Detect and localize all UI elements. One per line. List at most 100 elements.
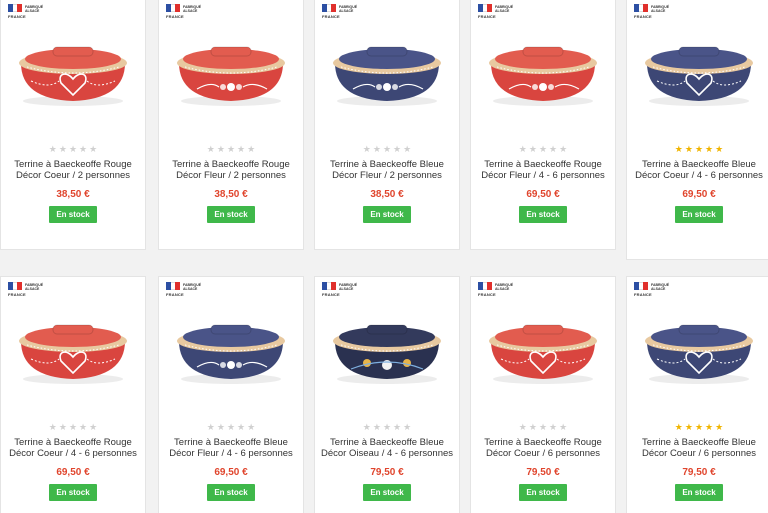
flag-country-label: FRANCE — [8, 14, 26, 19]
origin-badge: FABRIQUÉ ALSACE FRANCE — [166, 282, 202, 302]
origin-badge: FABRIQUÉ ALSACE FRANCE — [478, 282, 514, 302]
rating-stars: ★ ★ ★ ★ ★ — [363, 423, 411, 432]
origin-label: FABRIQUÉ ALSACE — [339, 5, 358, 13]
french-flag-icon — [634, 4, 649, 12]
french-flag-icon — [166, 282, 181, 290]
star-icon: ★ — [372, 422, 381, 432]
in-stock-button[interactable]: En stock — [675, 484, 723, 501]
star-icon: ★ — [538, 144, 548, 154]
product-price: 38,50 € — [214, 189, 248, 200]
star-icon: ★ — [372, 144, 381, 154]
product-card[interactable]: FABRIQUÉ ALSACE FRANCE ★ ★ ★ ★ ★ Terrine à Baec… — [470, 276, 616, 513]
star-icon: ★ — [79, 144, 88, 154]
product-image[interactable] — [635, 307, 763, 387]
star-icon: ★ — [216, 422, 225, 432]
flag-country-label: FRANCE — [166, 14, 184, 19]
star-icon: ★ — [58, 144, 67, 154]
product-title[interactable]: Terrine à Baeckeoffe Bleue Décor Coeur /… — [633, 159, 765, 181]
flag-country-label: FRANCE — [166, 292, 184, 297]
product-card[interactable]: FABRIQUÉ ALSACE FRANCE ★ ★ ★ ★ ★ Terrine à Baec… — [314, 0, 460, 250]
product-image[interactable] — [9, 29, 137, 109]
star-icon: ★ — [362, 144, 371, 154]
product-title[interactable]: Terrine à Baeckeoffe Bleue Décor Fleur /… — [165, 437, 297, 459]
product-card[interactable]: FABRIQUÉ ALSACE FRANCE ★ ★ ★ ★ ★ Terrine à Baec… — [158, 276, 304, 513]
star-icon: ★ — [684, 144, 693, 154]
star-icon: ★ — [68, 422, 78, 432]
flag-country-label: FRANCE — [634, 292, 652, 297]
product-title[interactable]: Terrine à Baeckeoffe Rouge Décor Coeur /… — [477, 437, 609, 459]
star-icon: ★ — [549, 422, 558, 432]
rating-stars: ★ ★ ★ ★ ★ — [675, 423, 723, 432]
product-price: 38,50 € — [370, 189, 404, 200]
star-icon: ★ — [528, 144, 537, 154]
in-stock-button[interactable]: En stock — [49, 206, 97, 223]
star-icon: ★ — [403, 422, 412, 432]
flag-country-label: FRANCE — [322, 14, 340, 19]
product-price: 69,50 € — [56, 467, 90, 478]
star-icon: ★ — [48, 144, 57, 154]
star-icon: ★ — [684, 422, 693, 432]
star-icon: ★ — [206, 422, 215, 432]
star-icon: ★ — [674, 144, 683, 154]
product-image[interactable] — [9, 307, 137, 387]
flag-country-label: FRANCE — [478, 292, 496, 297]
star-icon: ★ — [247, 144, 256, 154]
star-icon: ★ — [528, 422, 537, 432]
product-image[interactable] — [479, 307, 607, 387]
in-stock-button[interactable]: En stock — [675, 206, 723, 223]
rating-stars: ★ ★ ★ ★ ★ — [363, 145, 411, 154]
french-flag-icon — [166, 4, 181, 12]
in-stock-button[interactable]: En stock — [363, 206, 411, 223]
star-icon: ★ — [393, 422, 402, 432]
product-title[interactable]: Terrine à Baeckeoffe Rouge Décor Fleur /… — [477, 159, 609, 181]
product-image[interactable] — [635, 29, 763, 109]
star-icon: ★ — [382, 144, 392, 154]
origin-badge: FABRIQUÉ ALSACE FRANCE — [166, 4, 202, 24]
product-image[interactable] — [167, 29, 295, 109]
product-title[interactable]: Terrine à Baeckeoffe Rouge Décor Coeur /… — [7, 159, 139, 181]
product-card[interactable]: FABRIQUÉ ALSACE FRANCE ★ ★ ★ ★ ★ Terrine à Baec… — [314, 276, 460, 513]
product-card[interactable]: FABRIQUÉ ALSACE FRANCE ★ ★ ★ ★ ★ Terrine à Baec… — [0, 276, 146, 513]
star-icon: ★ — [58, 422, 67, 432]
rating-stars: ★ ★ ★ ★ ★ — [519, 145, 567, 154]
star-icon: ★ — [216, 144, 225, 154]
in-stock-button[interactable]: En stock — [207, 206, 255, 223]
in-stock-button[interactable]: En stock — [363, 484, 411, 501]
product-price: 79,50 € — [370, 467, 404, 478]
in-stock-button[interactable]: En stock — [207, 484, 255, 501]
star-icon: ★ — [518, 422, 527, 432]
product-image[interactable] — [323, 29, 451, 109]
in-stock-button[interactable]: En stock — [49, 484, 97, 501]
star-icon: ★ — [237, 144, 246, 154]
product-image[interactable] — [167, 307, 295, 387]
star-icon: ★ — [518, 144, 527, 154]
star-icon: ★ — [79, 422, 88, 432]
product-card[interactable]: FABRIQUÉ ALSACE FRANCE ★ ★ ★ ★ ★ Terrine à Baec… — [158, 0, 304, 250]
product-card[interactable]: FABRIQUÉ ALSACE FRANCE ★ ★ ★ ★ ★ Terrine à Baec… — [626, 276, 768, 513]
product-title[interactable]: Terrine à Baeckeoffe Rouge Décor Fleur /… — [165, 159, 297, 181]
origin-badge: FABRIQUÉ ALSACE FRANCE — [8, 282, 44, 302]
product-card[interactable]: FABRIQUÉ ALSACE FRANCE ★ ★ ★ ★ ★ Terrine à Baec… — [470, 0, 616, 250]
french-flag-icon — [8, 282, 23, 290]
origin-badge: FABRIQUÉ ALSACE FRANCE — [478, 4, 514, 24]
product-title[interactable]: Terrine à Baeckeoffe Rouge Décor Coeur /… — [7, 437, 139, 459]
star-icon: ★ — [715, 422, 724, 432]
star-icon: ★ — [715, 144, 724, 154]
star-icon: ★ — [89, 144, 98, 154]
product-image[interactable] — [323, 307, 451, 387]
french-flag-icon — [322, 282, 337, 290]
product-title[interactable]: Terrine à Baeckeoffe Bleue Décor Coeur /… — [633, 437, 765, 459]
product-card[interactable]: FABRIQUÉ ALSACE FRANCE ★ ★ ★ ★ ★ Terrine à Baec… — [626, 0, 768, 260]
star-icon: ★ — [89, 422, 98, 432]
star-icon: ★ — [705, 422, 714, 432]
product-title[interactable]: Terrine à Baeckeoffe Bleue Décor Fleur /… — [321, 159, 453, 181]
product-title[interactable]: Terrine à Baeckeoffe Bleue Décor Oiseau … — [321, 437, 453, 459]
star-icon: ★ — [694, 144, 704, 154]
in-stock-button[interactable]: En stock — [519, 484, 567, 501]
product-card[interactable]: FABRIQUÉ ALSACE FRANCE ★ ★ ★ ★ ★ Terrine à Baec… — [0, 0, 146, 250]
product-image[interactable] — [479, 29, 607, 109]
french-flag-icon — [322, 4, 337, 12]
rating-stars: ★ ★ ★ ★ ★ — [675, 145, 723, 154]
in-stock-button[interactable]: En stock — [519, 206, 567, 223]
origin-badge: FABRIQUÉ ALSACE FRANCE — [634, 4, 670, 24]
